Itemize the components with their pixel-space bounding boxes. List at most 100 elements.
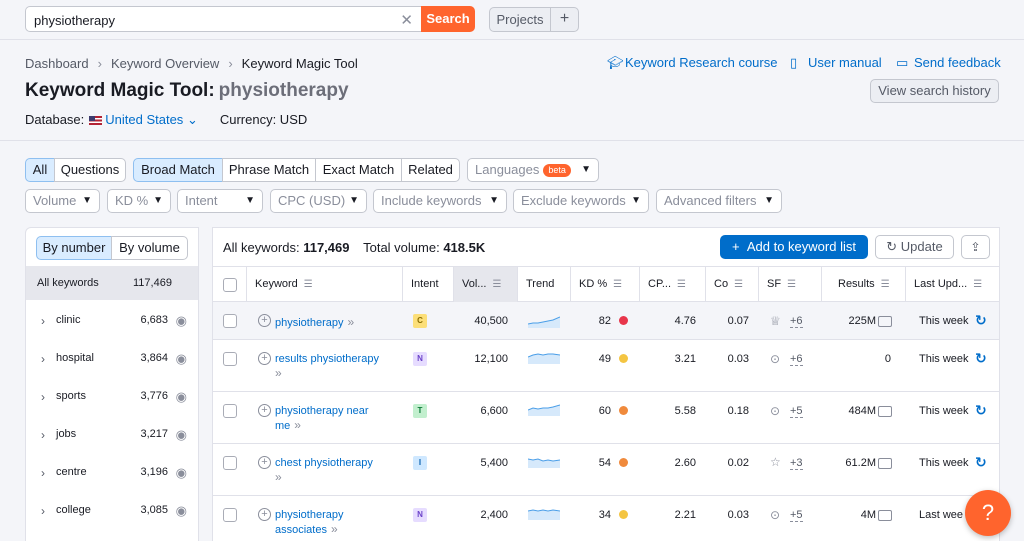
tab-broad-match[interactable]: Broad Match <box>133 158 223 182</box>
double-chevron-icon[interactable]: » <box>331 522 338 536</box>
include-keywords-filter[interactable]: Include keywords ▼ <box>373 189 507 213</box>
sf-more-link[interactable]: +5 <box>790 509 803 522</box>
column-intent[interactable]: Intent <box>403 267 454 302</box>
chevron-right-icon[interactable]: › <box>41 504 45 518</box>
kd-filter[interactable]: KD % ▼ <box>107 189 171 213</box>
column-kd[interactable]: KD % ☰ <box>571 267 640 302</box>
refresh-icon[interactable]: ↻ <box>975 454 987 471</box>
projects-button[interactable]: Projects <box>489 7 551 32</box>
sf-more-link[interactable]: +6 <box>790 315 803 328</box>
column-volume[interactable]: Vol... ☰ <box>454 267 518 302</box>
intent-filter[interactable]: Intent ▼ <box>177 189 263 213</box>
group-item[interactable]: › clinic 6,683 ◉ <box>26 313 198 352</box>
keyword-link[interactable]: physiotherapy <box>275 317 344 329</box>
chevron-right-icon[interactable]: › <box>41 428 45 442</box>
help-button[interactable]: ? <box>965 490 1011 536</box>
search-input[interactable]: physiotherapy ✕ <box>25 6 421 32</box>
column-results[interactable]: Results ☰ <box>822 267 906 302</box>
keyword-link[interactable]: physiotherapy near <box>275 405 369 417</box>
group-item[interactable]: › hospital 3,864 ◉ <box>26 351 198 390</box>
table-row[interactable]: + results physiotherapy » N 12,100 49 3.… <box>213 340 999 392</box>
column-competition[interactable]: Co ☰ <box>706 267 759 302</box>
course-link[interactable]: 🎓︎Keyword Research course <box>607 55 777 71</box>
serp-snapshot-icon[interactable] <box>878 458 892 469</box>
by-volume-toggle[interactable]: By volume <box>111 236 188 260</box>
table-row[interactable]: + physiotherapy » C 40,500 82 4.76 0.07 ♕… <box>213 302 999 340</box>
breadcrumb-dashboard[interactable]: Dashboard <box>25 56 89 71</box>
eye-icon[interactable]: ◉ <box>176 351 187 367</box>
add-project-button[interactable]: + <box>550 7 579 32</box>
row-checkbox[interactable] <box>223 352 237 366</box>
add-keyword-icon[interactable]: + <box>258 456 271 469</box>
chevron-right-icon[interactable]: › <box>41 314 45 328</box>
chevron-right-icon[interactable]: › <box>41 390 45 404</box>
eye-icon[interactable]: ◉ <box>176 465 187 481</box>
column-serp-features[interactable]: SF ☰ <box>759 267 822 302</box>
eye-icon[interactable]: ◉ <box>176 503 187 519</box>
table-row[interactable]: + chest physiotherapy » I 5,400 54 2.60 … <box>213 444 999 496</box>
group-item[interactable]: › college 3,085 ◉ <box>26 503 198 541</box>
eye-icon[interactable]: ◉ <box>176 427 187 443</box>
table-row[interactable]: + physiotherapy associates » N 2,400 34 2… <box>213 496 999 541</box>
tab-exact-match[interactable]: Exact Match <box>315 158 402 182</box>
advanced-filters[interactable]: Advanced filters ▼ <box>656 189 782 213</box>
keyword-link[interactable]: chest physiotherapy <box>275 457 373 469</box>
group-item[interactable]: › jobs 3,217 ◉ <box>26 427 198 466</box>
keyword-link-continued[interactable]: me <box>275 420 290 432</box>
export-button[interactable]: ⇪ <box>961 235 990 259</box>
column-keyword[interactable]: Keyword ☰ <box>247 267 403 302</box>
double-chevron-icon[interactable]: » <box>275 366 282 380</box>
eye-icon[interactable]: ◉ <box>176 389 187 405</box>
chevron-right-icon[interactable]: › <box>41 466 45 480</box>
languages-dropdown[interactable]: Languages beta ▼ <box>467 158 599 182</box>
sf-more-link[interactable]: +3 <box>790 457 803 470</box>
exclude-keywords-filter[interactable]: Exclude keywords ▼ <box>513 189 649 213</box>
keyword-link[interactable]: results physiotherapy <box>275 353 379 365</box>
volume-filter[interactable]: Volume ▼ <box>25 189 100 213</box>
row-checkbox[interactable] <box>223 456 237 470</box>
eye-icon[interactable]: ◉ <box>176 313 187 329</box>
search-button[interactable]: Search <box>421 6 475 32</box>
refresh-icon[interactable]: ↻ <box>975 312 987 329</box>
select-all-checkbox[interactable] <box>223 278 237 292</box>
keyword-link[interactable]: physiotherapy <box>275 509 344 521</box>
tab-all[interactable]: All <box>25 158 55 182</box>
serp-snapshot-icon[interactable] <box>878 510 892 521</box>
column-cpc[interactable]: CP... ☰ <box>640 267 706 302</box>
tab-questions[interactable]: Questions <box>54 158 126 182</box>
by-number-toggle[interactable]: By number <box>36 236 112 260</box>
view-search-history-button[interactable]: View search history <box>870 79 999 103</box>
add-keyword-icon[interactable]: + <box>258 314 271 327</box>
cpc-filter[interactable]: CPC (USD) ▼ <box>270 189 367 213</box>
add-keyword-icon[interactable]: + <box>258 352 271 365</box>
add-to-keyword-list-button[interactable]: + Add to keyword list <box>720 235 868 259</box>
row-checkbox[interactable] <box>223 508 237 522</box>
serp-snapshot-icon[interactable] <box>878 406 892 417</box>
keyword-link-continued[interactable]: associates <box>275 524 327 536</box>
database-selector[interactable]: United States ⌄ <box>105 112 198 127</box>
table-row[interactable]: + physiotherapy near me » T 6,600 60 5.58… <box>213 392 999 444</box>
add-keyword-icon[interactable]: + <box>258 508 271 521</box>
send-feedback-link[interactable]: ▭ Send feedback <box>896 55 1001 71</box>
refresh-icon[interactable]: ↻ <box>975 402 987 419</box>
double-chevron-icon[interactable]: » <box>348 315 355 329</box>
refresh-icon[interactable]: ↻ <box>975 350 987 367</box>
breadcrumb-keyword-overview[interactable]: Keyword Overview <box>111 56 219 71</box>
sf-more-link[interactable]: +5 <box>790 405 803 418</box>
add-keyword-icon[interactable]: + <box>258 404 271 417</box>
sf-more-link[interactable]: +6 <box>790 353 803 366</box>
group-item[interactable]: › centre 3,196 ◉ <box>26 465 198 504</box>
row-checkbox[interactable] <box>223 314 237 328</box>
group-item[interactable]: › sports 3,776 ◉ <box>26 389 198 428</box>
all-keywords-group[interactable]: All keywords 117,469 <box>26 266 198 300</box>
double-chevron-icon[interactable]: » <box>294 418 301 432</box>
double-chevron-icon[interactable]: » <box>275 470 282 484</box>
tab-related[interactable]: Related <box>401 158 460 182</box>
serp-snapshot-icon[interactable] <box>878 316 892 327</box>
clear-icon[interactable]: ✕ <box>400 11 413 29</box>
chevron-right-icon[interactable]: › <box>41 352 45 366</box>
column-last-updated[interactable]: Last Upd... ☰ <box>906 267 999 302</box>
tab-phrase-match[interactable]: Phrase Match <box>222 158 316 182</box>
row-checkbox[interactable] <box>223 404 237 418</box>
user-manual-link[interactable]: ▯ User manual <box>790 55 882 71</box>
